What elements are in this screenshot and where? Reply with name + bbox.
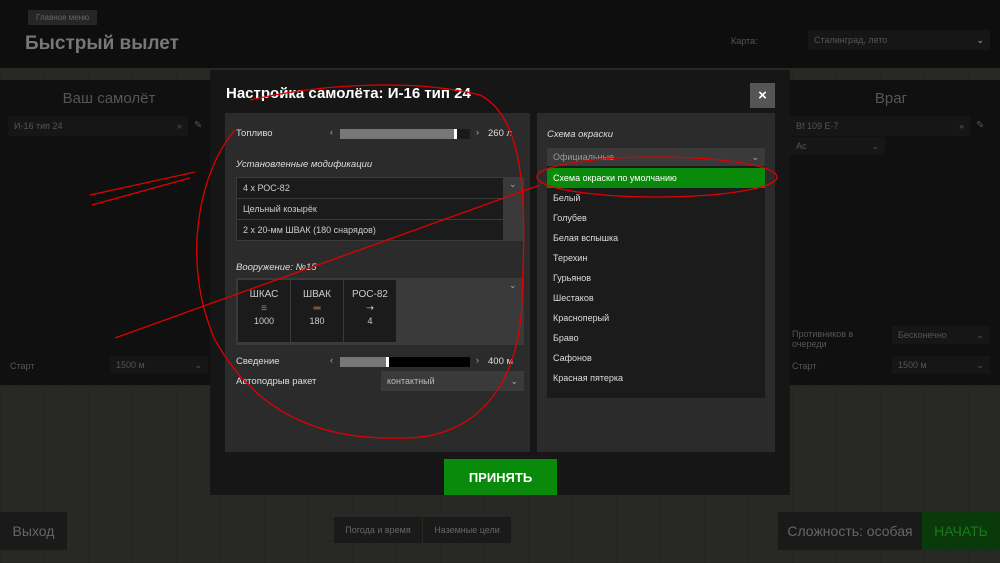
annotation-circle [196, 84, 525, 439]
annotation-arrows [89, 171, 541, 339]
annotation-ellipse [536, 156, 778, 198]
red-annotation [89, 84, 778, 439]
